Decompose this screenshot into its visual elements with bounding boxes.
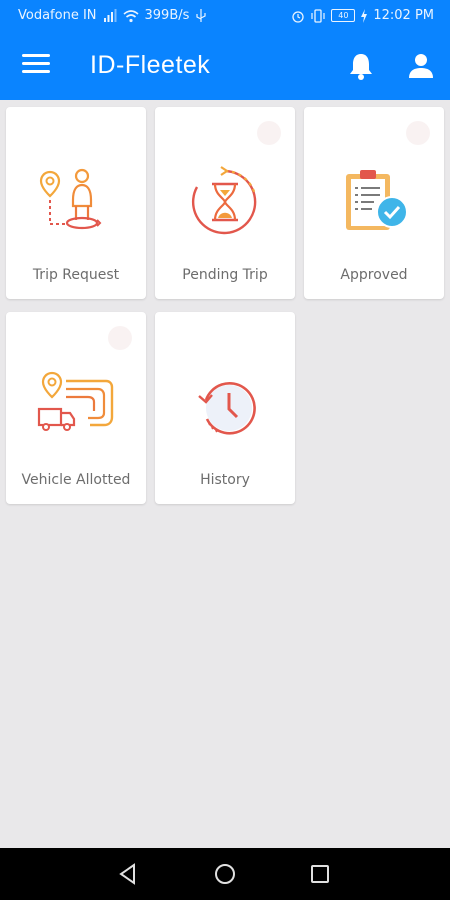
tile-history[interactable]: History — [155, 312, 295, 504]
carrier-name: Vodafone IN — [18, 8, 97, 23]
home-icon[interactable] — [211, 860, 239, 888]
system-nav-bar — [0, 848, 450, 900]
status-left: Vodafone IN 399B/s — [18, 8, 207, 23]
bell-icon — [350, 54, 372, 80]
status-right: 40 12:02 PM — [291, 8, 434, 23]
tile-label: Vehicle Allotted — [21, 472, 131, 488]
tile-approved[interactable]: Approved — [304, 107, 444, 299]
notifications-button[interactable] — [347, 51, 375, 81]
wifi-icon — [122, 9, 139, 22]
menu-icon-line — [22, 62, 50, 65]
approved-clipboard-icon — [346, 170, 408, 230]
tile-trip-request[interactable]: Trip Request — [6, 107, 146, 299]
tile-badge — [108, 326, 132, 350]
menu-icon-line — [22, 70, 50, 73]
signal-icon — [103, 8, 117, 22]
back-icon[interactable] — [114, 860, 142, 888]
network-speed: 399B/s — [144, 8, 190, 23]
vibrate-icon — [311, 8, 325, 23]
tile-label: Pending Trip — [182, 267, 268, 283]
vehicle-route-icon — [37, 371, 114, 431]
screen: Vodafone IN 399B/s 40 12:02 PM ID-Fleete… — [0, 0, 450, 900]
app-bar: ID-Fleetek — [0, 34, 450, 100]
profile-button[interactable] — [406, 51, 436, 81]
user-icon — [409, 54, 433, 78]
trip-request-icon — [39, 168, 102, 230]
tile-badge — [406, 121, 430, 145]
tile-pending-trip[interactable]: Pending Trip — [155, 107, 295, 299]
recents-icon[interactable] — [306, 860, 334, 888]
app-title: ID-Fleetek — [90, 51, 211, 79]
battery-icon: 40 — [331, 9, 356, 22]
tile-vehicle-allotted[interactable]: Vehicle Allotted — [6, 312, 146, 504]
tile-label: Trip Request — [32, 267, 120, 283]
tile-label: Approved — [340, 267, 408, 283]
menu-icon-line — [22, 54, 50, 57]
usb-icon — [196, 8, 207, 22]
alarm-icon — [292, 10, 304, 23]
menu-button[interactable] — [22, 54, 50, 78]
hourglass-icon — [191, 166, 257, 235]
history-clock-icon — [198, 382, 256, 435]
clock-time: 12:02 PM — [373, 8, 434, 23]
tile-badge — [257, 121, 281, 145]
status-bar: Vodafone IN 399B/s 40 12:02 PM — [0, 0, 450, 34]
tile-label: History — [200, 472, 250, 488]
charging-icon — [361, 8, 368, 23]
